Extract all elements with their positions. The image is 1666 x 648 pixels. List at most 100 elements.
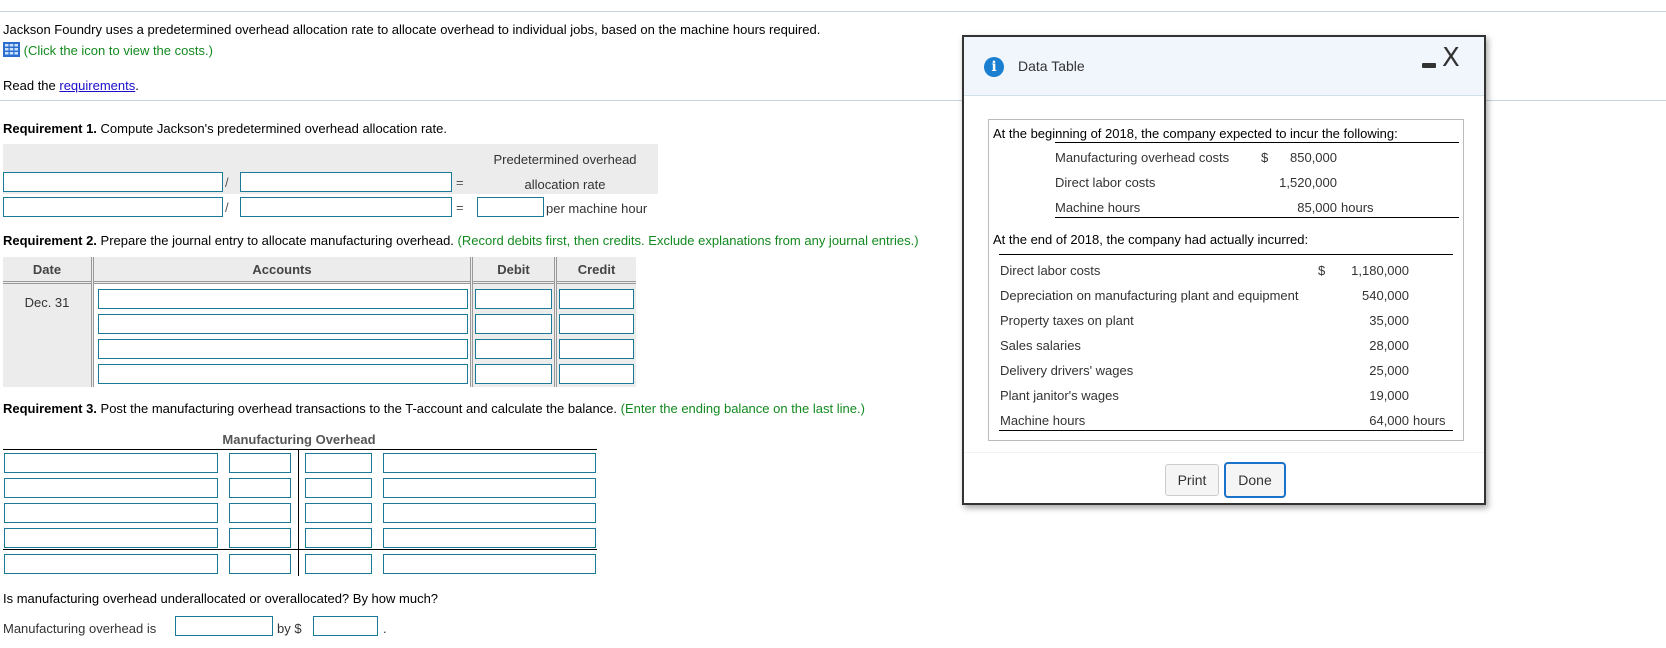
debit-input[interactable] <box>475 289 552 309</box>
taccount-right-amount-input[interactable] <box>305 453 372 473</box>
taccount-left-amount-input[interactable] <box>229 453 291 473</box>
rate-denominator-label-input[interactable] <box>240 172 452 192</box>
credit-input[interactable] <box>559 314 634 334</box>
actual-label: Depreciation on manufacturing plant and … <box>1000 288 1299 303</box>
top-divider <box>0 11 1666 12</box>
read-prefix: Read the <box>3 78 60 93</box>
taccount-right-amount-input[interactable] <box>305 528 372 548</box>
taccount-left-amount-input[interactable] <box>229 528 291 548</box>
req3-instruction: (Enter the ending balance on the last li… <box>620 401 865 416</box>
req3-text: Post the manufacturing overhead transact… <box>96 401 621 416</box>
expected-top-rule <box>1055 142 1459 143</box>
expected-label: Manufacturing overhead costs <box>1055 150 1230 165</box>
taccount-balance-left-amount-input[interactable] <box>229 554 291 574</box>
rate-numerator-label-input[interactable] <box>3 172 223 192</box>
dialog-footer-divider <box>964 452 1484 453</box>
taccount-right-amount-input[interactable] <box>305 503 372 523</box>
taccount-left-label-input[interactable] <box>4 503 218 523</box>
credit-input[interactable] <box>559 364 634 384</box>
done-button[interactable]: Done <box>1224 462 1286 498</box>
print-button[interactable]: Print <box>1165 464 1219 496</box>
dialog-header[interactable]: i Data Table X <box>964 37 1484 96</box>
result-header-line2: allocation rate <box>524 177 606 192</box>
actual-label: Direct labor costs <box>1000 263 1101 278</box>
taccount-right-label-input[interactable] <box>383 478 596 498</box>
account-input[interactable] <box>98 364 468 384</box>
expected-bottom-rule <box>1055 217 1459 218</box>
taccount-left-label-input[interactable] <box>4 478 218 498</box>
info-icon: i <box>984 57 1004 77</box>
actual-unit: hours <box>1413 413 1446 428</box>
close-icon[interactable]: X <box>1442 43 1460 73</box>
account-input[interactable] <box>98 314 468 334</box>
actual-value: 28,000 <box>1369 338 1409 353</box>
actual-label: Plant janitor's wages <box>1000 388 1119 403</box>
rate-result-input[interactable] <box>477 197 544 217</box>
expected-value: 85,000 <box>1297 200 1337 215</box>
answer-prefix: Manufacturing overhead is <box>3 621 157 636</box>
allocation-amount-input[interactable] <box>313 616 378 636</box>
icon-hint: (Click the icon to view the costs.) <box>23 43 213 58</box>
problem-description: Jackson Foundry uses a predetermined ove… <box>3 22 821 37</box>
col-header-credit: Credit <box>577 262 616 277</box>
expected-value: 1,520,000 <box>1279 175 1337 190</box>
req2-text: Prepare the journal entry to allocate ma… <box>96 233 458 248</box>
actual-value: 540,000 <box>1362 288 1409 303</box>
actual-label: Delivery drivers' wages <box>1000 363 1134 378</box>
account-input[interactable] <box>98 339 468 359</box>
actual-label: Property taxes on plant <box>1000 313 1134 328</box>
taccount-balance-label-input[interactable] <box>4 554 218 574</box>
expected-label: Machine hours <box>1055 200 1141 215</box>
actual-currency: $ <box>1318 263 1326 278</box>
header-divider <box>3 281 636 284</box>
equals-symbol: = <box>456 175 464 190</box>
table-grid-icon[interactable] <box>3 42 20 57</box>
req1-heading: Requirement 1. Compute Jackson's predete… <box>3 121 447 136</box>
credit-input[interactable] <box>559 339 634 359</box>
result-header-line1: Predetermined overhead <box>493 152 637 167</box>
rate-denominator-amount-input[interactable] <box>240 197 452 217</box>
by-dollar-label: by $ <box>277 621 302 636</box>
minimize-icon[interactable] <box>1422 63 1436 68</box>
req3-label: Requirement 3. <box>3 401 97 416</box>
actual-value: 64,000 <box>1369 413 1409 428</box>
actual-value: 1,180,000 <box>1351 263 1409 278</box>
actual-value: 19,000 <box>1369 388 1409 403</box>
taccount-vertical-line <box>298 450 299 576</box>
taccount-left-amount-input[interactable] <box>229 503 291 523</box>
read-suffix: . <box>135 78 139 93</box>
divide-symbol: / <box>225 175 229 190</box>
taccount-right-amount-input[interactable] <box>305 478 372 498</box>
data-table-dialog: i Data Table X At the beginning of 2018,… <box>962 35 1486 505</box>
taccount-left-label-input[interactable] <box>4 528 218 548</box>
taccount-left-label-input[interactable] <box>4 453 218 473</box>
data-table-link[interactable]: (Click the icon to view the costs.) <box>3 42 213 58</box>
taccount-right-label-input[interactable] <box>383 453 596 473</box>
actual-top-rule <box>999 254 1453 255</box>
journal-table: Date Accounts Debit Credit Dec. 31 <box>3 257 636 387</box>
read-requirements: Read the requirements. <box>3 78 139 93</box>
req2-instruction: (Record debits first, then credits. Excl… <box>457 233 919 248</box>
taccount-balance-right-amount-input[interactable] <box>305 554 372 574</box>
col-header-accounts: Accounts <box>252 262 312 277</box>
rate-numerator-amount-input[interactable] <box>3 197 223 217</box>
taccount-title: Manufacturing Overhead <box>222 432 376 447</box>
debit-input[interactable] <box>475 314 552 334</box>
unit-label: per machine hour <box>546 201 648 216</box>
actual-value: 25,000 <box>1369 363 1409 378</box>
expected-unit: hours <box>1341 200 1374 215</box>
actual-heading: At the end of 2018, the company had actu… <box>993 232 1309 247</box>
requirements-link[interactable]: requirements <box>59 78 135 93</box>
req3-heading: Requirement 3. Post the manufacturing ov… <box>3 401 865 416</box>
taccount-left-amount-input[interactable] <box>229 478 291 498</box>
expected-currency: $ <box>1261 150 1269 165</box>
debit-input[interactable] <box>475 364 552 384</box>
taccount-right-label-input[interactable] <box>383 528 596 548</box>
debit-input[interactable] <box>475 339 552 359</box>
col-header-debit: Debit <box>497 262 530 277</box>
allocation-status-input[interactable] <box>175 616 273 636</box>
account-input[interactable] <box>98 289 468 309</box>
credit-input[interactable] <box>559 289 634 309</box>
taccount-right-label-input[interactable] <box>383 503 596 523</box>
taccount-balance-right-label-input[interactable] <box>383 554 596 574</box>
